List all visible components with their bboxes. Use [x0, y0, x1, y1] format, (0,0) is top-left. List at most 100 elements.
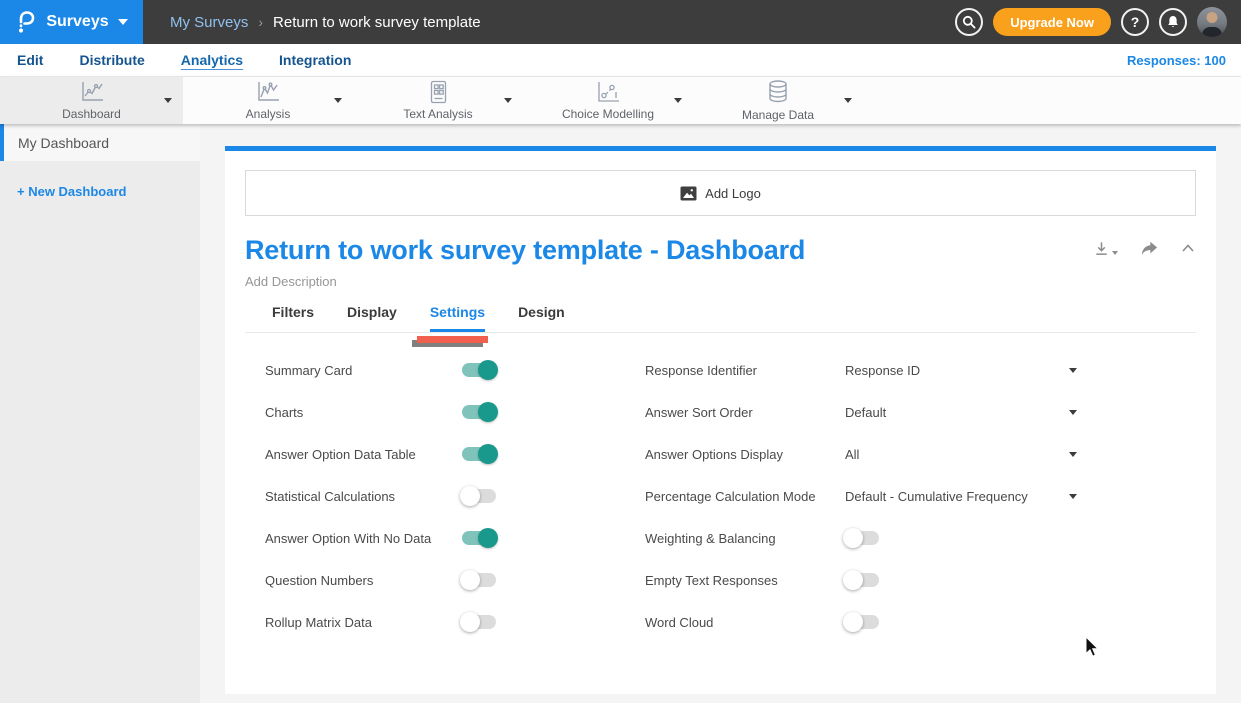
app-window: Surveys My Surveys › Return to work surv… [0, 0, 1241, 703]
avatar[interactable] [1197, 7, 1227, 37]
nav-item-analytics[interactable]: Analytics [181, 52, 243, 68]
chevron-up-icon [1180, 242, 1196, 254]
nav-item-integration[interactable]: Integration [279, 52, 351, 68]
toolbar-item-label: Dashboard [62, 107, 121, 121]
title-row: Return to work survey template - Dashboa… [245, 233, 1196, 267]
setting-label: Charts [265, 405, 462, 420]
toolbar-item-text-analysis[interactable]: Text Analysis [353, 77, 523, 124]
download-icon [1093, 240, 1110, 257]
select-answer-options-display[interactable]: All [845, 447, 1077, 462]
breadcrumb-separator-icon: › [258, 14, 263, 30]
toggle-knob [478, 360, 498, 380]
avatar-photo [1207, 12, 1218, 23]
toggle-knob [460, 570, 480, 590]
toggle-switch-off[interactable] [462, 489, 496, 503]
search-button[interactable] [955, 8, 983, 36]
upgrade-now-button[interactable]: Upgrade Now [993, 8, 1111, 36]
chevron-down-icon[interactable] [164, 98, 172, 103]
product-label: Surveys [46, 13, 108, 31]
toolbar-item-manage-data[interactable]: Manage Data [693, 77, 863, 124]
chevron-down-icon[interactable] [504, 98, 512, 103]
toggle-switch-off[interactable] [845, 531, 879, 545]
help-button[interactable]: ? [1121, 8, 1149, 36]
breadcrumb-my-surveys[interactable]: My Surveys [170, 14, 248, 31]
toggle-knob [478, 528, 498, 548]
questionpro-logo-icon [15, 9, 37, 35]
bell-icon [1165, 14, 1181, 30]
setting-label: Empty Text Responses [645, 573, 845, 588]
toolbar-item-dashboard[interactable]: Dashboard [0, 77, 183, 124]
dashboard-sidebar: My Dashboard + New Dashboard [0, 124, 200, 703]
text-analysis-icon [427, 80, 449, 104]
image-icon [680, 186, 697, 201]
question-mark-icon: ? [1131, 14, 1140, 30]
share-button[interactable] [1139, 239, 1159, 257]
setting-label: Answer Options Display [645, 447, 845, 462]
settings-toggle-column: Summary Card Charts Answer Option Data Tab… [265, 349, 645, 643]
toggle-switch-off[interactable] [845, 615, 879, 629]
toolbar-item-label: Choice Modelling [562, 107, 654, 121]
settings-panel: Summary Card Charts Answer Option Data Tab… [225, 333, 1216, 643]
collapse-button[interactable] [1180, 242, 1196, 254]
nav-item-edit[interactable]: Edit [17, 52, 43, 68]
topbar: Surveys My Surveys › Return to work surv… [0, 0, 1241, 44]
notifications-button[interactable] [1159, 8, 1187, 36]
add-logo-label: Add Logo [705, 186, 761, 201]
toggle-switch-on[interactable] [462, 531, 496, 545]
settings-tab-annotation [417, 336, 488, 343]
toolbar-item-choice-modelling[interactable]: Choice Modelling [523, 77, 693, 124]
setting-label: Word Cloud [645, 615, 845, 630]
search-icon [961, 14, 977, 30]
download-button[interactable] [1093, 240, 1118, 257]
sidebar-item-my-dashboard[interactable]: My Dashboard [0, 124, 200, 161]
setting-label: Answer Sort Order [645, 405, 845, 420]
tab-design[interactable]: Design [518, 304, 565, 332]
toggle-switch-off[interactable] [845, 573, 879, 587]
setting-row-answer-option-with-no-data: Answer Option With No Data [265, 517, 645, 559]
chevron-down-icon[interactable] [334, 98, 342, 103]
dashboard-panel: Add Logo Return to work survey template … [225, 146, 1216, 694]
toolbar-item-label: Analysis [246, 107, 291, 121]
page-body: My Dashboard + New Dashboard Add Logo Re… [0, 124, 1241, 703]
tab-settings[interactable]: Settings [430, 304, 485, 332]
select-response-identifier[interactable]: Response ID [845, 363, 1077, 378]
topbar-actions: Upgrade Now ? [955, 7, 1241, 37]
setting-row-empty-text-responses: Empty Text Responses [645, 559, 1196, 601]
breadcrumb-current: Return to work survey template [273, 14, 481, 31]
setting-row-summary-card: Summary Card [265, 349, 645, 391]
setting-label: Weighting & Balancing [645, 531, 845, 546]
setting-row-answer-option-data-table: Answer Option Data Table [265, 433, 645, 475]
nav-item-distribute[interactable]: Distribute [79, 52, 144, 68]
toolbar-item-analysis[interactable]: Analysis [183, 77, 353, 124]
setting-label: Question Numbers [265, 573, 462, 588]
product-switcher[interactable]: Surveys [0, 0, 143, 44]
tab-filters[interactable]: Filters [272, 304, 314, 332]
toggle-switch-on[interactable] [462, 447, 496, 461]
toggle-switch-off[interactable] [462, 615, 496, 629]
chevron-down-icon [1069, 410, 1077, 415]
setting-row-response-identifier: Response IdentifierResponse ID [645, 349, 1196, 391]
toggle-switch-on[interactable] [462, 363, 496, 377]
dashboard-chart-icon [79, 80, 105, 104]
toggle-switch-on[interactable] [462, 405, 496, 419]
share-icon [1139, 239, 1159, 257]
add-description[interactable]: Add Description [245, 274, 337, 289]
setting-row-answer-sort-order: Answer Sort OrderDefault [645, 391, 1196, 433]
toggle-switch-off[interactable] [462, 573, 496, 587]
setting-row-percentage-calculation-mode: Percentage Calculation ModeDefault - Cum… [645, 475, 1196, 517]
tab-display[interactable]: Display [347, 304, 397, 332]
chevron-down-icon[interactable] [674, 98, 682, 103]
select-percentage-calculation-mode[interactable]: Default - Cumulative Frequency [845, 489, 1077, 504]
toggle-knob [478, 444, 498, 464]
select-answer-sort-order[interactable]: Default [845, 405, 1077, 420]
select-value: All [845, 447, 859, 462]
setting-row-statistical-calculations: Statistical Calculations [265, 475, 645, 517]
nav-items: Edit Distribute Analytics Integration [0, 52, 351, 68]
title-actions [1093, 239, 1196, 257]
chevron-down-icon [118, 19, 128, 25]
add-logo-box[interactable]: Add Logo [245, 170, 1196, 216]
toggle-knob [460, 486, 480, 506]
new-dashboard-button[interactable]: + New Dashboard [17, 184, 200, 199]
analysis-chart-icon [255, 80, 281, 104]
chevron-down-icon[interactable] [844, 98, 852, 103]
